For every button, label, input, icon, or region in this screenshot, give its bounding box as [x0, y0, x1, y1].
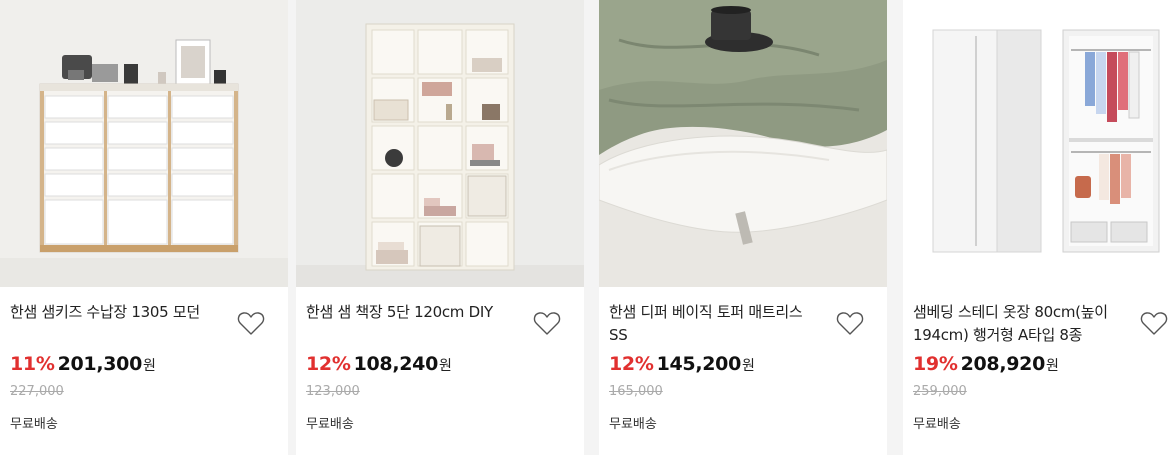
price-line: 19% 208,920원 — [913, 353, 1059, 375]
heart-outline-icon[interactable] — [835, 308, 865, 338]
product-info: 한샘 디퍼 베이직 토퍼 매트리스 SS 12% 145,200원 165,000… — [599, 287, 887, 455]
product-title[interactable]: 한샘 샘키즈 수납장 1305 모던 — [10, 301, 225, 324]
currency-unit: 원 — [1046, 358, 1059, 374]
product-info: 한샘 샘키즈 수납장 1305 모던 11% 201,300원 227,000 무… — [0, 287, 288, 455]
discount-rate: 12% — [306, 353, 351, 375]
discount-rate: 12% — [609, 353, 654, 375]
product-info: 한샘 샘 책장 5단 120cm DIY 12% 108,240원 123,000… — [296, 287, 584, 455]
heart-outline-icon[interactable] — [532, 308, 562, 338]
shipping-badge: 무료배송 — [306, 417, 354, 432]
price-line: 11% 201,300원 — [10, 353, 156, 375]
sale-price: 145,200 — [656, 353, 742, 375]
product-image[interactable] — [296, 0, 584, 287]
product-list: 한샘 샘키즈 수납장 1305 모던 11% 201,300원 227,000 무… — [0, 0, 1176, 455]
product-title[interactable]: 한샘 디퍼 베이직 토퍼 매트리스 SS — [609, 301, 824, 347]
original-price: 123,000 — [306, 384, 360, 399]
sale-price: 208,920 — [960, 353, 1046, 375]
discount-rate: 19% — [913, 353, 958, 375]
product-title[interactable]: 한샘 샘 책장 5단 120cm DIY — [306, 301, 521, 324]
original-price: 259,000 — [913, 384, 967, 399]
heart-outline-icon[interactable] — [1139, 308, 1169, 338]
original-price: 165,000 — [609, 384, 663, 399]
shipping-badge: 무료배송 — [913, 417, 961, 432]
product-image[interactable] — [599, 0, 887, 287]
sale-price: 108,240 — [353, 353, 439, 375]
currency-unit: 원 — [439, 358, 452, 374]
product-image[interactable] — [0, 0, 288, 287]
product-card[interactable]: 한샘 디퍼 베이직 토퍼 매트리스 SS 12% 145,200원 165,000… — [599, 0, 887, 455]
product-card[interactable]: 한샘 샘키즈 수납장 1305 모던 11% 201,300원 227,000 무… — [0, 0, 288, 455]
product-card[interactable]: 샘베딩 스테디 옷장 80cm(높이194cm) 행거형 A타입 8종 19% 2… — [903, 0, 1176, 455]
price-line: 12% 108,240원 — [306, 353, 452, 375]
currency-unit: 원 — [742, 358, 755, 374]
product-card[interactable]: 한샘 샘 책장 5단 120cm DIY 12% 108,240원 123,000… — [296, 0, 584, 455]
shipping-badge: 무료배송 — [609, 417, 657, 432]
product-title[interactable]: 샘베딩 스테디 옷장 80cm(높이194cm) 행거형 A타입 8종 — [913, 301, 1128, 347]
product-info: 샘베딩 스테디 옷장 80cm(높이194cm) 행거형 A타입 8종 19% 2… — [903, 287, 1176, 455]
price-line: 12% 145,200원 — [609, 353, 755, 375]
discount-rate: 11% — [10, 353, 55, 375]
currency-unit: 원 — [143, 358, 156, 374]
sale-price: 201,300 — [57, 353, 143, 375]
original-price: 227,000 — [10, 384, 64, 399]
heart-outline-icon[interactable] — [236, 308, 266, 338]
product-image[interactable] — [903, 0, 1176, 287]
shipping-badge: 무료배송 — [10, 417, 58, 432]
